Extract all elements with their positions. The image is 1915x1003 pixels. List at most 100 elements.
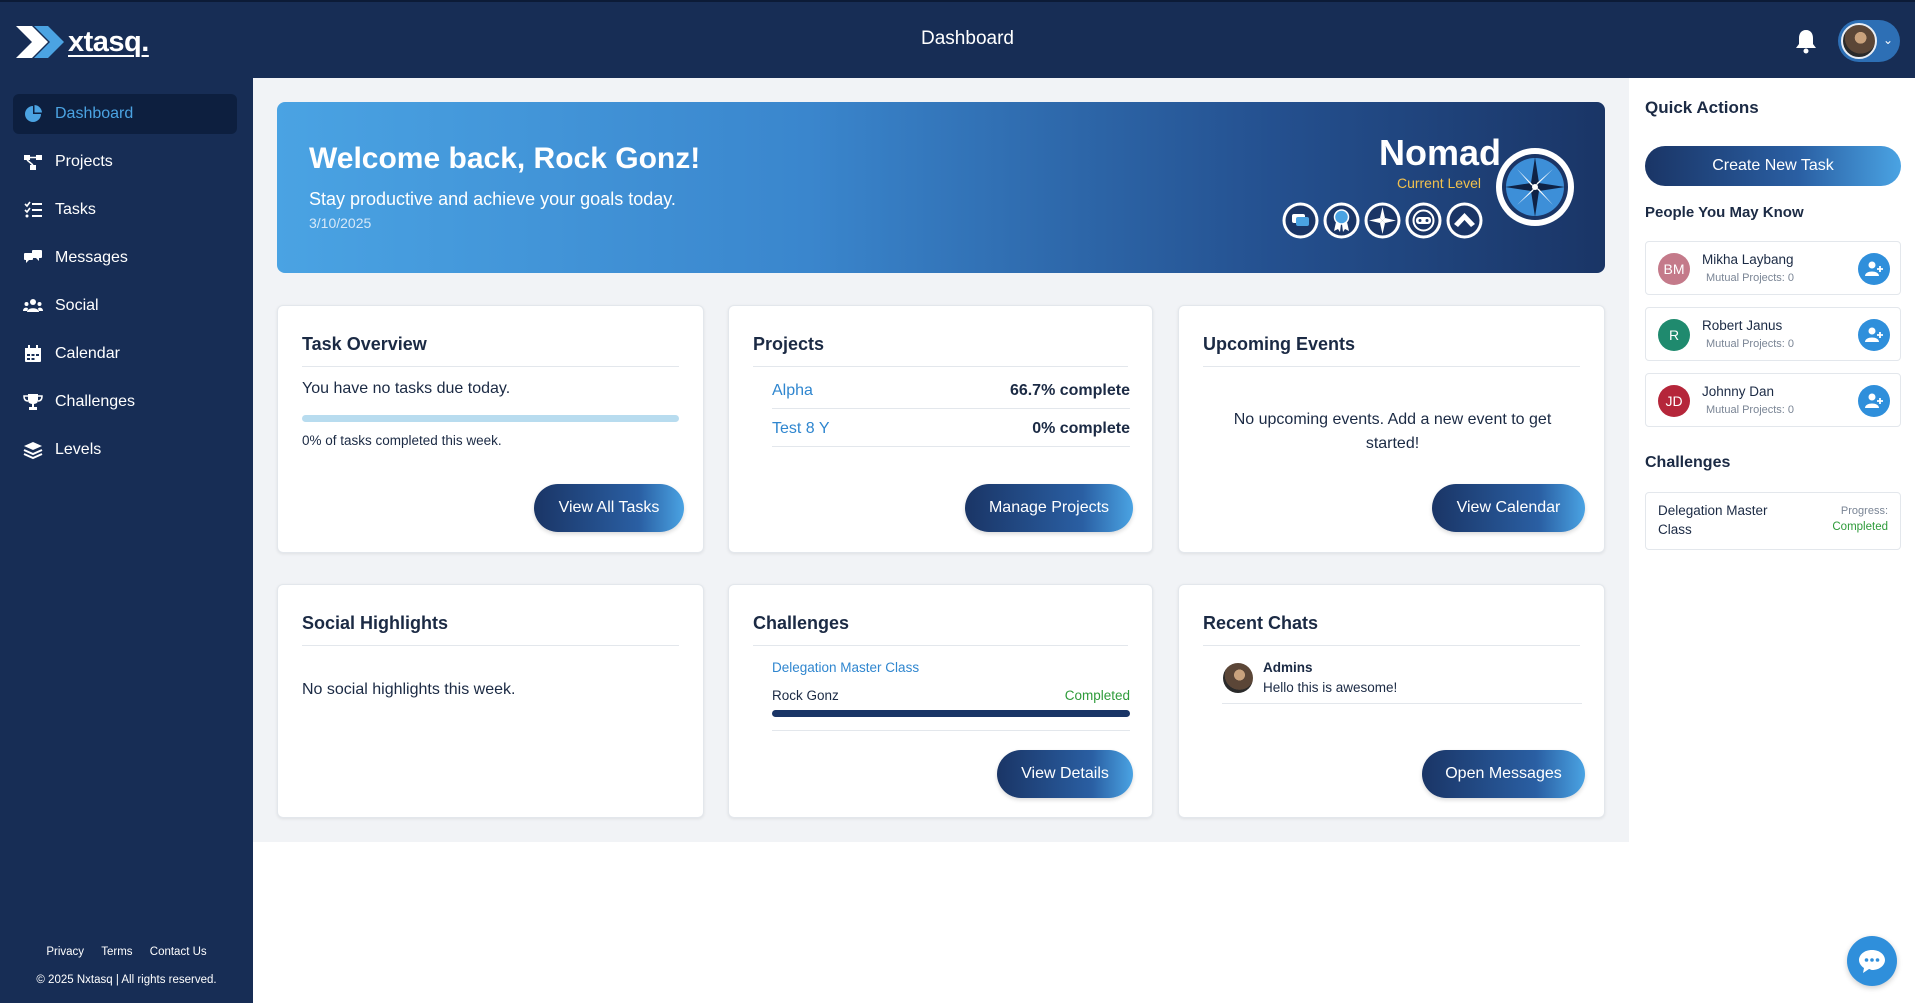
sidebar-item-label: Projects xyxy=(55,153,113,170)
challenge-status: Completed xyxy=(1832,521,1888,533)
person-avatar: R xyxy=(1658,319,1690,351)
sidebar-item-label: Levels xyxy=(55,441,102,458)
person-card[interactable]: BM Mikha Laybang Mutual Projects: 0 xyxy=(1645,241,1901,295)
sidebar-item-label: Tasks xyxy=(55,201,96,218)
card-title: Challenges xyxy=(753,613,850,633)
sidebar-item-messages[interactable]: Messages xyxy=(13,238,237,278)
challenges-card: Challenges Delegation Master Class Rock … xyxy=(728,584,1153,818)
contact-link[interactable]: Contact Us xyxy=(150,946,207,958)
open-messages-button[interactable]: Open Messages xyxy=(1422,750,1585,798)
pie-chart-icon xyxy=(25,105,42,122)
copyright: © 2025 Nxtasq | All rights reserved. xyxy=(36,974,217,986)
quick-actions-title: Quick Actions xyxy=(1645,98,1759,117)
chat-message: Hello this is awesome! xyxy=(1263,680,1398,695)
layers-icon xyxy=(23,442,43,460)
person-card[interactable]: JD Johnny Dan Mutual Projects: 0 xyxy=(1645,373,1901,427)
page-title: Dashboard xyxy=(921,28,1014,49)
person-avatar: JD xyxy=(1658,385,1690,417)
recent-chats-card: Recent Chats Admins Hello this is awesom… xyxy=(1178,584,1605,818)
tasks-list-icon xyxy=(24,201,42,218)
view-details-button[interactable]: View Details xyxy=(997,750,1133,798)
sidebar-item-dashboard[interactable]: Dashboard xyxy=(13,94,237,134)
upcoming-events-card: Upcoming Events No upcoming events. Add … xyxy=(1178,305,1605,553)
right-panel: Quick Actions Create New Task People You… xyxy=(1629,78,1915,1003)
privacy-link[interactable]: Privacy xyxy=(46,946,84,958)
bell-icon[interactable] xyxy=(1794,28,1818,54)
project-status: 0% complete xyxy=(1032,420,1130,437)
challenge-name: Delegation Master Class xyxy=(1658,503,1768,537)
footer-links: Privacy Terms Contact Us xyxy=(0,946,253,958)
terms-link[interactable]: Terms xyxy=(101,946,132,958)
users-icon xyxy=(23,299,43,312)
challenge-name-link[interactable]: Delegation Master Class xyxy=(772,660,919,675)
sidebar-item-label: Messages xyxy=(55,249,128,266)
welcome-subtitle: Stay productive and achieve your goals t… xyxy=(309,189,676,209)
messages-icon xyxy=(24,250,42,263)
user-menu-button[interactable]: ⌄ xyxy=(1838,20,1900,62)
challenge-status: Completed xyxy=(1064,688,1130,703)
progress-label: Progress: xyxy=(1840,505,1888,517)
calendar-icon xyxy=(25,345,41,362)
sidebar-item-projects[interactable]: Projects xyxy=(13,142,237,182)
add-friend-button[interactable] xyxy=(1858,253,1890,285)
vr-badge-icon[interactable] xyxy=(1405,202,1442,239)
task-progress-bar xyxy=(302,415,679,422)
add-user-icon xyxy=(1865,393,1883,408)
welcome-title: Welcome back, Rock Gonz! xyxy=(309,142,701,175)
chat-fab-button[interactable] xyxy=(1847,936,1897,986)
people-title: People You May Know xyxy=(1645,204,1804,221)
challenge-progress-bar xyxy=(772,710,1130,717)
sidebar-item-label: Social xyxy=(55,297,99,314)
top-bar: xtasq. Dashboard ⌄ xyxy=(0,0,1915,78)
view-calendar-button[interactable]: View Calendar xyxy=(1432,484,1585,532)
trophy-icon xyxy=(23,394,43,410)
sidebar-item-label: Dashboard xyxy=(55,105,134,122)
project-name-link[interactable]: Test 8 Y xyxy=(772,420,830,438)
project-diagram-icon xyxy=(24,155,42,170)
sidebar-item-tasks[interactable]: Tasks xyxy=(13,190,237,230)
project-status: 66.7% complete xyxy=(1009,382,1130,399)
challenge-user: Rock Gonz xyxy=(772,688,839,703)
person-card[interactable]: R Robert Janus Mutual Projects: 0 xyxy=(1645,307,1901,361)
chat-avatar xyxy=(1223,663,1253,693)
challenge-item[interactable]: Delegation Master Class Progress: Comple… xyxy=(1645,492,1901,550)
card-title: Task Overview xyxy=(302,334,427,354)
manage-projects-button[interactable]: Manage Projects xyxy=(965,484,1133,532)
card-title: Projects xyxy=(753,334,825,354)
projects-card: Projects Alpha 66.7% complete Test 8 Y 0… xyxy=(728,305,1153,553)
award-badge-icon[interactable] xyxy=(1323,202,1360,239)
badges-row xyxy=(1282,202,1483,239)
compass-level-icon xyxy=(1496,148,1574,226)
compass-badge-icon[interactable] xyxy=(1364,202,1401,239)
chevron-up-badge-icon[interactable] xyxy=(1446,202,1483,239)
task-progress-text: 0% of tasks completed this week. xyxy=(302,433,502,448)
create-new-task-button[interactable]: Create New Task xyxy=(1645,146,1901,186)
sidebar-item-levels[interactable]: Levels xyxy=(13,430,237,470)
project-name-link[interactable]: Alpha xyxy=(772,382,813,400)
sidebar-item-challenges[interactable]: Challenges xyxy=(13,382,237,422)
view-all-tasks-button[interactable]: View All Tasks xyxy=(534,484,684,532)
card-title: Recent Chats xyxy=(1203,613,1319,633)
add-friend-button[interactable] xyxy=(1858,319,1890,351)
sidebar-item-calendar[interactable]: Calendar xyxy=(13,334,237,374)
add-friend-button[interactable] xyxy=(1858,385,1890,417)
sidebar-item-label: Challenges xyxy=(55,393,136,410)
sidebar-item-social[interactable]: Social xyxy=(13,286,237,326)
card-title: Upcoming Events xyxy=(1203,334,1356,354)
chat-badge-icon[interactable] xyxy=(1282,202,1319,239)
challenges-title: Challenges xyxy=(1645,454,1731,471)
person-name: Robert Janus xyxy=(1702,318,1783,333)
task-overview-card: Task Overview You have no tasks due toda… xyxy=(277,305,704,553)
social-empty-message: No social highlights this week. xyxy=(302,681,516,698)
level-label: Current Level xyxy=(1396,175,1481,191)
sidebar: Dashboard Projects Tasks Messages Social… xyxy=(0,78,253,1003)
add-user-icon xyxy=(1865,327,1883,342)
welcome-date: 3/10/2025 xyxy=(309,215,372,231)
person-mutual: Mutual Projects: 0 xyxy=(1706,272,1795,284)
task-message: You have no tasks due today. xyxy=(302,380,511,397)
social-highlights-card: Social Highlights No social highlights t… xyxy=(277,584,704,818)
avatar xyxy=(1841,23,1877,59)
person-avatar: BM xyxy=(1658,253,1690,285)
card-title: Social Highlights xyxy=(302,613,449,633)
welcome-banner: Welcome back, Rock Gonz! Stay productive… xyxy=(277,102,1605,273)
